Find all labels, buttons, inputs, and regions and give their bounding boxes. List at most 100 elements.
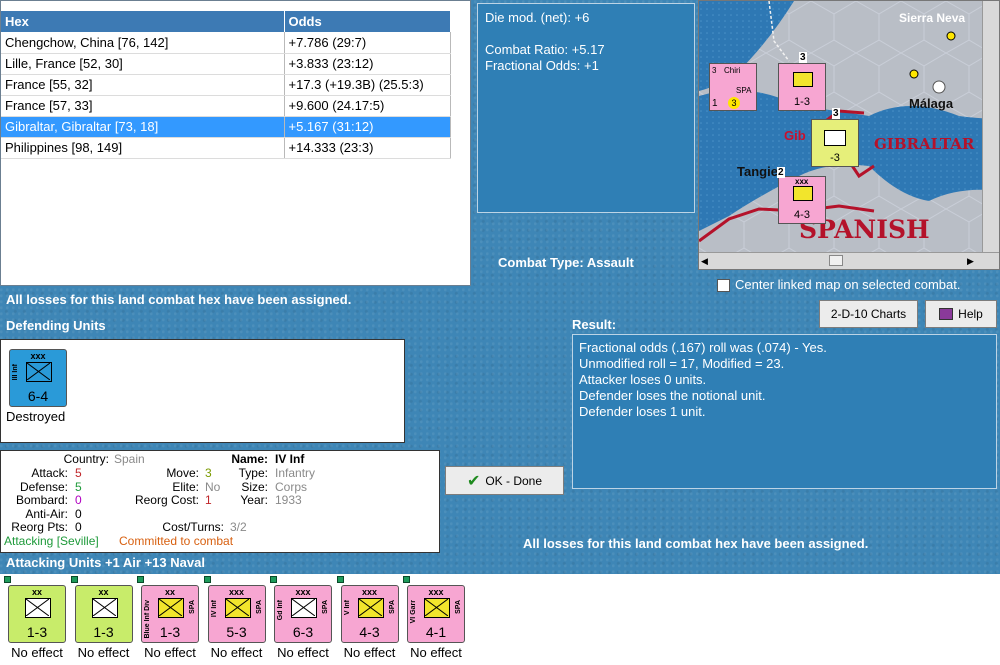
scroll-thumb[interactable] <box>829 255 843 266</box>
reorg-pts-label: Reorg Pts: <box>11 520 68 534</box>
defending-units-title: Defending Units <box>6 318 106 333</box>
attacking-unit-counter[interactable]: xx Blue Inf Div SPA 1-3 <box>141 585 199 643</box>
infantry-symbol-icon <box>224 598 251 618</box>
attacking-unit-counter[interactable]: xxx Gd Inf SPA 6-3 <box>274 585 332 643</box>
unit-name: IV Inf <box>210 600 218 618</box>
status-indicator-icon <box>203 576 211 583</box>
hex-cell: France [57, 33] <box>1 95 285 117</box>
map-counter-strength: 1-3 <box>794 96 810 108</box>
infantry-symbol-icon <box>291 598 317 618</box>
hex-cell: Philippines [98, 149] <box>1 137 285 159</box>
attacking-unit-counter[interactable]: xxx V Inf SPA 4-3 <box>340 585 399 643</box>
hex-row[interactable]: Gibraltar, Gibraltar [73, 18] +5.167 (31:… <box>1 116 451 138</box>
center-linked-map-checkbox[interactable] <box>717 279 730 292</box>
attacking-unit-counter[interactable]: xx 1-3 <box>74 585 133 643</box>
ok-done-button[interactable]: ✔ OK - Done <box>445 466 564 495</box>
map-counter-corner: 3 <box>712 66 717 75</box>
unit-size: xxx <box>228 587 245 597</box>
unit-size: xxx <box>30 351 46 361</box>
unit-strength: 1-3 <box>159 624 181 640</box>
move-label: Move: <box>166 466 199 480</box>
infantry-symbol-icon <box>824 130 846 146</box>
help-button[interactable]: Help <box>925 300 997 328</box>
infantry-symbol-icon <box>91 598 118 618</box>
unit-size: xx <box>98 587 109 597</box>
charts-button[interactable]: 2-D-10 Charts <box>819 300 918 328</box>
map-horizontal-scrollbar[interactable]: ◀ ▶ <box>699 252 999 269</box>
scroll-left-icon[interactable]: ◀ <box>701 256 708 267</box>
linked-map[interactable]: Sierra Neva Málaga GIBRALTAR Gib Tangier… <box>698 0 1000 270</box>
map-counter-top: xxx <box>795 177 809 186</box>
hex-cell: Lille, France [52, 30] <box>1 53 285 75</box>
unit-effect: No effect <box>277 645 329 660</box>
map-counter-corner: 2 <box>777 167 785 178</box>
column-header-odds[interactable]: Odds <box>284 11 451 32</box>
year-label: Year: <box>240 493 268 507</box>
result-line: Attacker loses 0 units. <box>579 372 707 387</box>
result-line: Unmodified roll = 17, Modified = 23. <box>579 356 785 371</box>
odds-cell: +17.3 (+19.3B) (25.5:3) <box>284 74 451 96</box>
map-counter-blue-inf[interactable]: 3 1-3 <box>778 52 826 111</box>
move-value: 3 <box>205 466 212 480</box>
attacking-unit-counter[interactable]: xxx VI Garr SPA 4-1 <box>407 585 465 643</box>
hex-row[interactable]: Lille, France [52, 30] +3.833 (23:12) <box>1 53 451 75</box>
ok-done-button-label: OK - Done <box>485 473 543 488</box>
unit-strength: 1-3 <box>26 624 48 640</box>
unit-nation: SPA <box>388 600 396 614</box>
map-label-sierra: Sierra Neva <box>899 11 966 25</box>
infantry-symbol-icon <box>793 186 813 201</box>
map-counter-v-inf[interactable]: 2 xxx 4-3 <box>777 167 826 224</box>
unit-name: III Inf <box>12 364 19 381</box>
infantry-symbol-icon <box>25 598 51 618</box>
hex-table-header: Hex Odds <box>1 11 451 32</box>
unit-nation: SPA <box>322 600 329 614</box>
unit-strength: 4-3 <box>359 624 380 640</box>
unit-details-panel: Country: Spain Attack: 5 Defense: 5 Bomb… <box>0 450 440 553</box>
land-combat-hexes-panel: Land Combat Hexes Hex Odds Chengchow, Ch… <box>0 0 471 286</box>
unit-effect: No effect <box>77 645 130 660</box>
unit-effect: No effect <box>144 645 196 660</box>
hex-row[interactable]: France [55, 32] +17.3 (+19.3B) (25.5:3) <box>1 74 451 96</box>
map-counter-gibraltar[interactable]: 3 -3 <box>811 108 859 167</box>
hex-cell: Gibraltar, Gibraltar [73, 18] <box>1 116 285 138</box>
year-value: 1933 <box>275 493 302 507</box>
hex-table: Hex Odds Chengchow, China [76, 142] +7.78… <box>1 11 451 159</box>
odds-cell: +14.333 (23:3) <box>284 137 451 159</box>
checkmark-icon: ✔ <box>466 472 481 490</box>
scroll-right-icon[interactable]: ▶ <box>967 256 974 267</box>
hex-row[interactable]: Philippines [98, 149] +14.333 (23:3) <box>1 137 451 159</box>
country-label: Country: <box>63 452 109 466</box>
hex-row[interactable]: France [57, 33] +9.600 (24.17:5) <box>1 95 451 117</box>
defending-unit-status: Destroyed <box>6 409 66 424</box>
infantry-symbol-icon <box>793 72 813 87</box>
map-label-gib: Gib <box>784 128 806 143</box>
defending-unit-counter[interactable]: xxx III Inf 6-4 <box>9 349 67 407</box>
result-line: Defender loses the notional unit. <box>579 388 766 403</box>
map-vertical-scrollbar[interactable] <box>982 1 999 254</box>
map-counter-name: Chiri <box>724 66 741 75</box>
hex-row[interactable]: Chengchow, China [76, 142] +7.786 (29:7) <box>1 32 451 54</box>
book-icon <box>939 308 954 320</box>
help-button-label: Help <box>958 307 983 321</box>
center-linked-map-label: Center linked map on selected combat. <box>735 277 961 292</box>
name-value: IV Inf <box>275 452 305 466</box>
reorg-pts-value: 0 <box>75 520 82 534</box>
defending-units-box: xxx III Inf 6-4 Destroyed <box>0 339 405 443</box>
unit-strength: 4-1 <box>425 624 447 640</box>
losses-assigned-message: All losses for this land combat hex have… <box>6 292 352 307</box>
unit-effect: No effect <box>410 645 462 660</box>
odds-cell: +5.167 (31:12) <box>284 116 451 138</box>
attacking-unit-counter[interactable]: xx 1-3 <box>8 585 66 643</box>
unit-size: xxx <box>428 587 444 597</box>
attacking-unit-counter[interactable]: xxx IV Inf SPA 5-3 <box>207 585 266 643</box>
unit-name: VI Garr <box>410 600 417 624</box>
unit-strength: 6-3 <box>292 624 314 640</box>
infantry-symbol-icon <box>26 362 52 382</box>
infantry-symbol-icon <box>158 598 184 618</box>
odds-cell: +3.833 (23:12) <box>284 53 451 75</box>
map-counter-side: SPA <box>736 86 752 95</box>
type-label: Type: <box>238 466 268 480</box>
column-header-hex[interactable]: Hex <box>1 11 285 32</box>
map-counter-chiri[interactable]: 3 Chiri SPA 1 3 <box>709 63 757 111</box>
unit-nation: SPA <box>455 600 462 614</box>
